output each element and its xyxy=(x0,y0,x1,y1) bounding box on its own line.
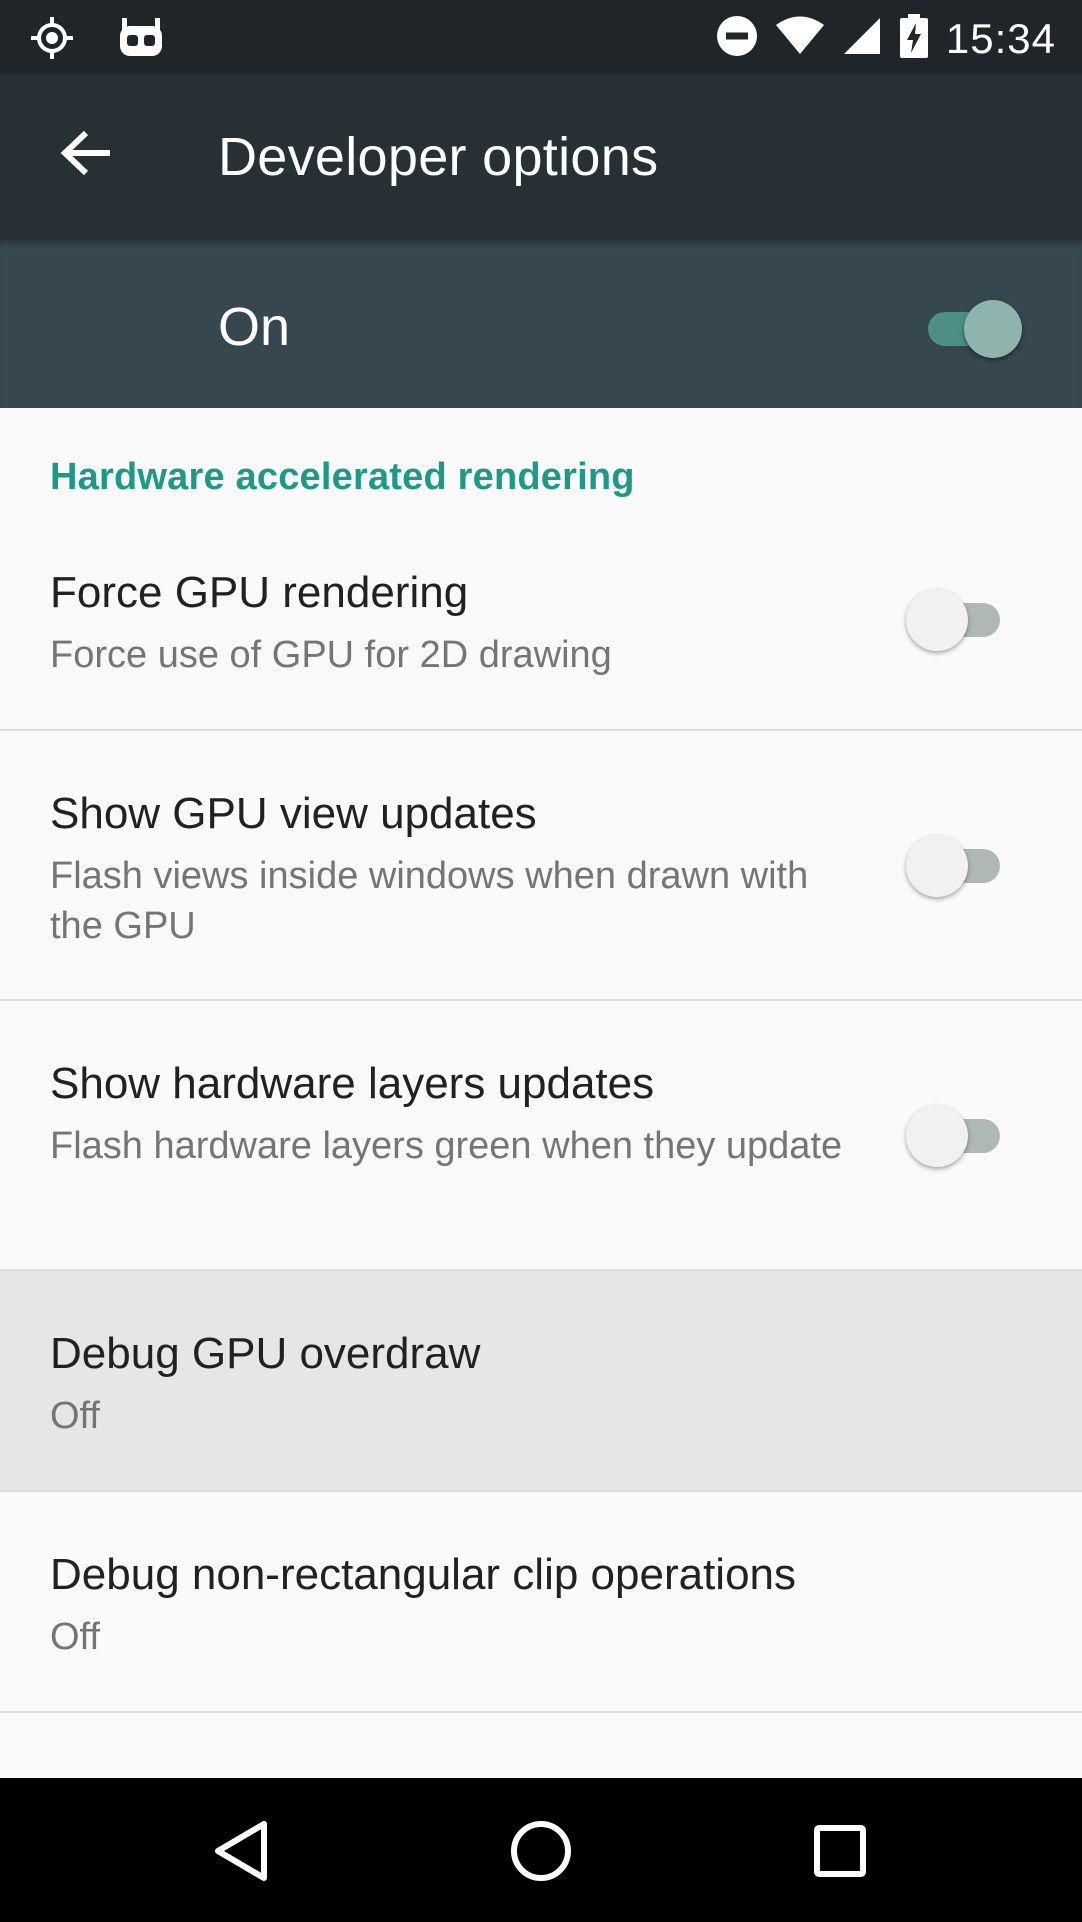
setting-summary: Force use of GPU for 2D drawing xyxy=(50,634,612,676)
app-bar: Developer options xyxy=(0,74,1082,240)
setting-debug-non-rectangular-clip[interactable]: Debug non-rectangular clip operations Of… xyxy=(0,1492,1082,1713)
setting-debug-gpu-overdraw[interactable]: Debug GPU overdraw Off xyxy=(0,1271,1082,1492)
setting-show-hardware-layers-updates[interactable]: Show hardware layers updates Flash hardw… xyxy=(0,1001,1082,1271)
nav-back-button[interactable] xyxy=(197,1808,287,1898)
switch-thumb xyxy=(906,589,968,651)
section-header: Hardware accelerated rendering xyxy=(50,456,635,498)
setting-force-gpu-rendering[interactable]: Force GPU rendering Force use of GPU for… xyxy=(0,530,1082,731)
status-bar: 15:34 xyxy=(0,0,1082,74)
status-system-icons: 15:34 xyxy=(716,14,1056,63)
setting-title: Show GPU view updates xyxy=(50,789,537,838)
page-title: Developer options xyxy=(218,127,659,187)
show-gpu-view-updates-switch[interactable] xyxy=(906,831,1006,897)
master-switch-label: On xyxy=(218,297,291,357)
back-button[interactable] xyxy=(46,120,126,190)
master-switch-bar[interactable]: On xyxy=(0,240,1082,408)
recents-square-icon xyxy=(812,1823,868,1884)
setting-title: Debug GPU overdraw xyxy=(50,1329,481,1378)
setting-show-gpu-view-updates[interactable]: Show GPU view updates Flash views inside… xyxy=(0,731,1082,1001)
switch-thumb xyxy=(906,835,968,897)
cell-signal-icon xyxy=(842,16,882,61)
cyanogen-bot-icon xyxy=(118,18,164,63)
setting-summary: Off xyxy=(50,1395,100,1437)
developer-options-switch[interactable] xyxy=(924,298,1024,358)
switch-thumb xyxy=(964,300,1022,358)
home-circle-icon xyxy=(509,1819,573,1888)
battery-charging-icon xyxy=(899,14,928,63)
screen: 15:34 Developer options On Hardware acce… xyxy=(0,0,1082,1922)
status-time: 15:34 xyxy=(945,14,1056,62)
nav-recents-button[interactable] xyxy=(795,1808,885,1898)
wifi-icon xyxy=(775,16,824,61)
arrow-back-icon xyxy=(60,130,112,181)
setting-summary: Off xyxy=(50,1616,100,1658)
gps-target-icon xyxy=(30,16,74,65)
setting-title: Force GPU rendering xyxy=(50,568,469,617)
show-hardware-layers-updates-switch[interactable] xyxy=(906,1101,1006,1167)
status-notifications xyxy=(30,16,164,65)
nav-home-button[interactable] xyxy=(496,1808,586,1898)
back-triangle-icon xyxy=(212,1819,272,1888)
do-not-disturb-icon xyxy=(716,15,758,62)
force-gpu-rendering-switch[interactable] xyxy=(906,585,1006,651)
navigation-bar xyxy=(0,1778,1082,1922)
switch-thumb xyxy=(906,1105,968,1167)
setting-summary: Flash hardware layers green when they up… xyxy=(50,1125,843,1167)
setting-summary: Flash views inside windows when drawn wi… xyxy=(50,855,809,947)
setting-title: Show hardware layers updates xyxy=(50,1059,655,1108)
setting-title: Debug non-rectangular clip operations xyxy=(50,1550,797,1599)
